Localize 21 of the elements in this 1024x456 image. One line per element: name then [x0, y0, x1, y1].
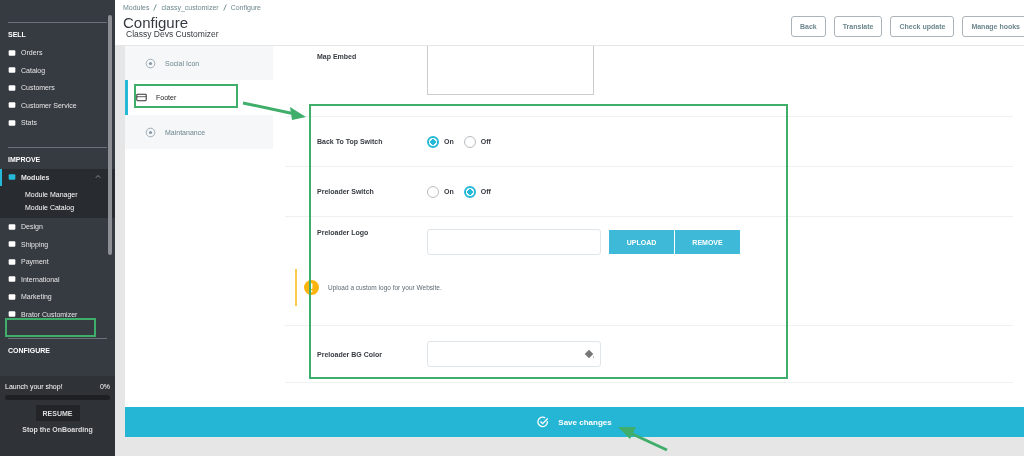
paint-bucket-icon — [583, 348, 595, 360]
radio-button[interactable] — [463, 135, 476, 148]
logo-input-field[interactable] — [427, 229, 601, 255]
page-subtitle: Classy Devs Customizer — [126, 30, 220, 39]
radio-button[interactable] — [427, 135, 439, 148]
page-title: Configure — [123, 15, 189, 30]
warning-icon — [304, 280, 319, 295]
annotation-arrow — [242, 101, 306, 120]
breadcrumb-separator — [222, 4, 227, 11]
tab-icon — [136, 92, 147, 103]
scrollbar[interactable] — [108, 15, 112, 255]
check-circle-icon — [537, 416, 550, 428]
radio-button[interactable] — [463, 185, 476, 198]
color-input-field[interactable] — [427, 341, 601, 367]
tab-icon — [145, 126, 156, 138]
breadcrumb-separator — [153, 4, 158, 11]
menu-item-icon — [8, 173, 16, 182]
tab-icon — [145, 57, 156, 69]
radio-button[interactable] — [427, 185, 439, 198]
map-embed-textarea[interactable] — [427, 46, 594, 95]
annotation-arrow — [618, 427, 668, 452]
